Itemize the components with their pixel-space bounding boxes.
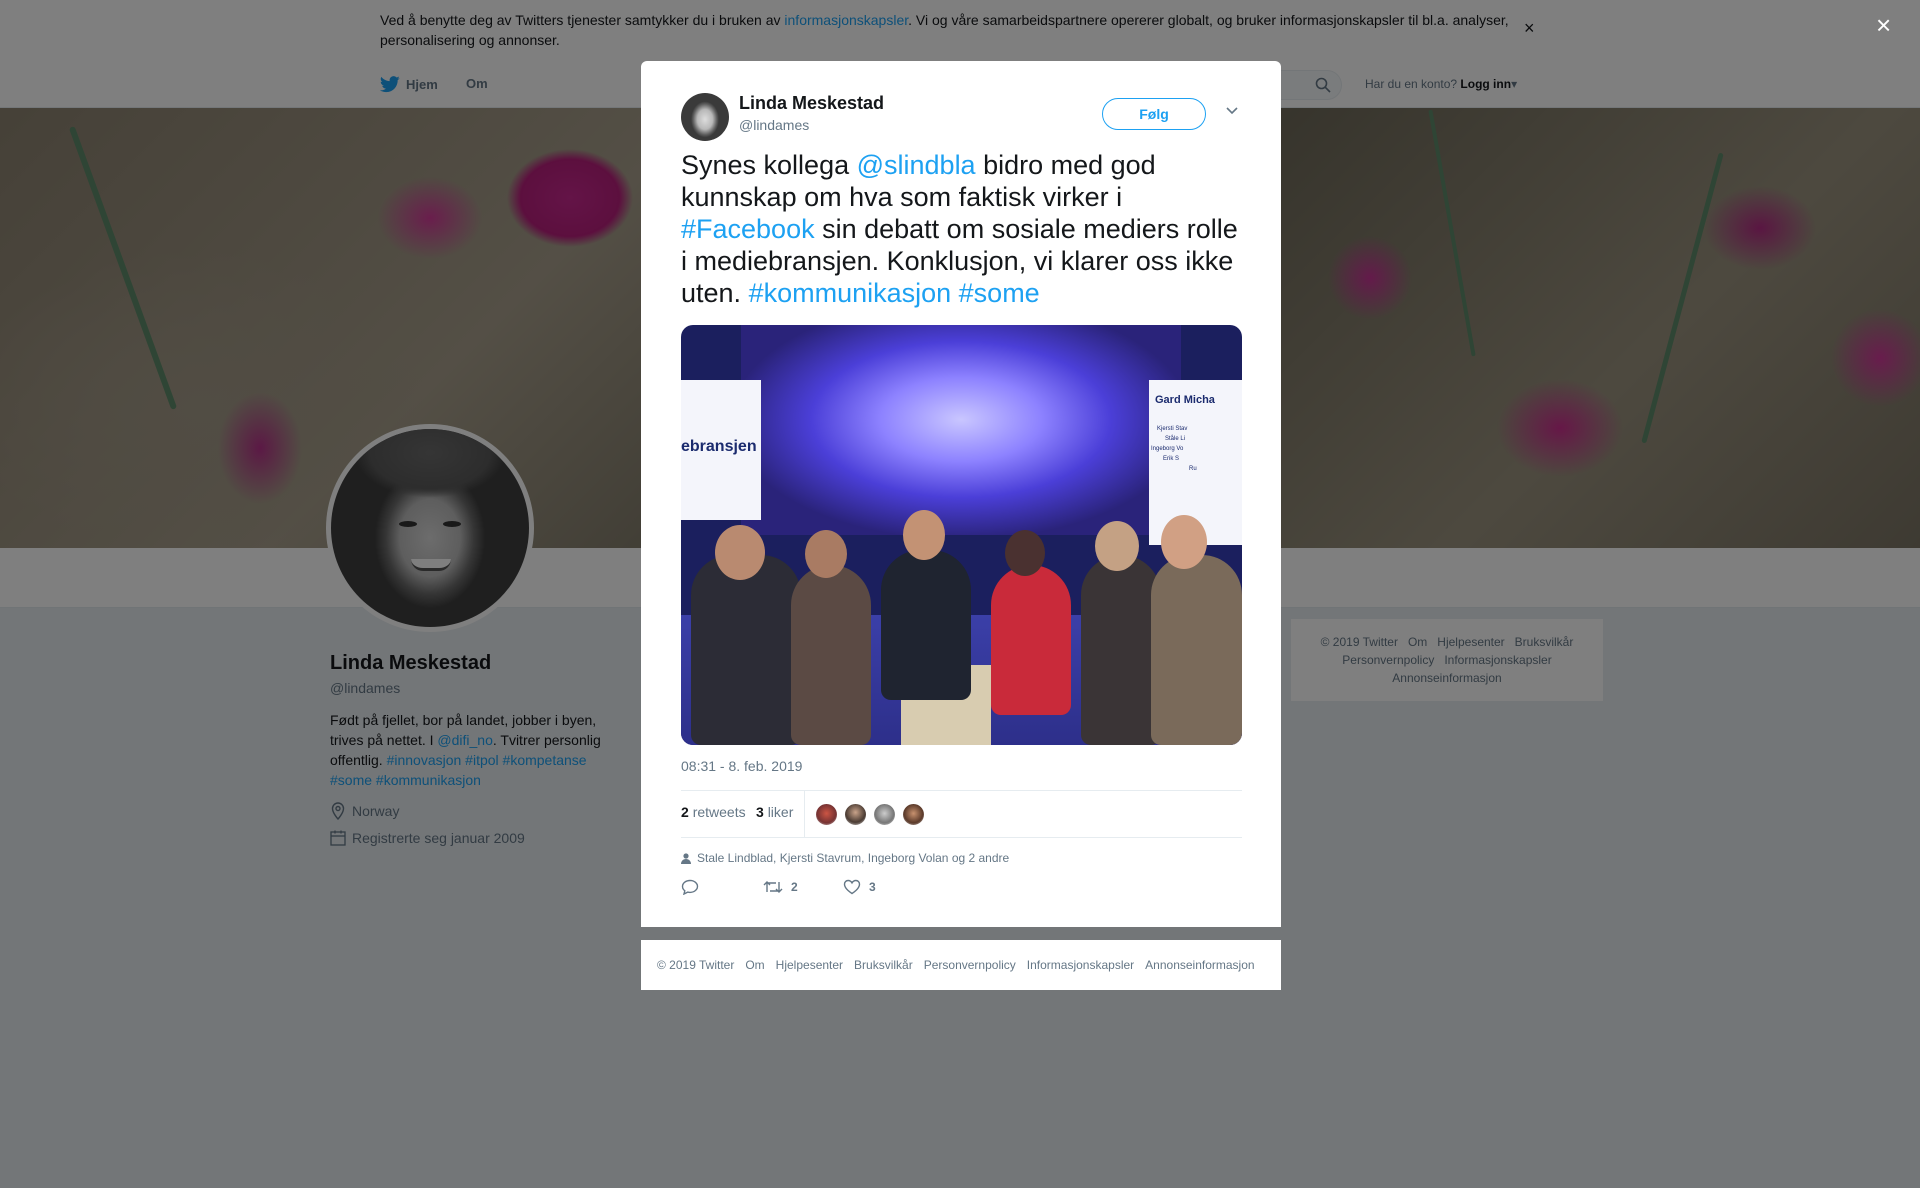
close-modal-icon[interactable]: × xyxy=(1876,12,1891,38)
person-icon xyxy=(681,852,691,864)
retweets-count: 2 xyxy=(681,804,689,820)
footer-link-ads-info[interactable]: Annonseinformasjon xyxy=(1145,958,1254,972)
tweet-text: Synes kollega @slindbla bidro med god ku… xyxy=(681,149,1241,309)
likes-stat[interactable]: 3 liker xyxy=(756,804,793,820)
likers-summary[interactable]: Stale Lindblad, Kjersti Stavrum, Ingebor… xyxy=(681,851,1009,865)
reply-button[interactable] xyxy=(681,879,699,895)
likers-avatars xyxy=(815,803,925,826)
likes-count: 3 xyxy=(756,804,764,820)
tweet-hashtag-links[interactable]: #kommunikasjon #some xyxy=(749,278,1040,308)
likers-summary-text: Stale Lindblad, Kjersti Stavrum, Ingebor… xyxy=(697,851,1010,865)
photo-right-screen-line: Erik S xyxy=(1163,456,1180,462)
photo-right-screen-line: Ru xyxy=(1189,466,1197,472)
chevron-down-icon[interactable] xyxy=(1225,105,1239,115)
likes-label: liker xyxy=(767,804,794,820)
retweet-icon xyxy=(763,881,783,893)
heart-icon xyxy=(843,879,861,895)
photo-right-screen-line: Kjersti Stav xyxy=(1157,426,1188,432)
like-count: 3 xyxy=(869,880,876,894)
photo-left-screen-text: ebransjen xyxy=(681,438,757,455)
photo-right-screen-line: Ingeborg Vo xyxy=(1151,446,1184,452)
tweet-timestamp[interactable]: 08:31 - 8. feb. 2019 xyxy=(681,758,802,774)
tweet-text-part: Synes kollega xyxy=(681,150,857,180)
tweet-mention-link[interactable]: @slindbla xyxy=(857,150,976,180)
tweet-photo[interactable]: ebransjen Gard Micha Kjersti Stav Ståle … xyxy=(681,325,1242,745)
footer-link-privacy[interactable]: Personvernpolicy xyxy=(924,958,1016,972)
liker-avatar[interactable] xyxy=(844,803,867,826)
photo-right-screen-title: Gard Micha xyxy=(1155,394,1215,406)
photo-right-screen-line: Ståle Li xyxy=(1165,436,1186,442)
tweet-author-avatar[interactable] xyxy=(681,93,729,141)
footer-link-help[interactable]: Hjelpesenter xyxy=(776,958,843,972)
footer-link-about[interactable]: Om xyxy=(745,958,764,972)
reply-icon xyxy=(681,879,699,895)
tweet-hashtag-link[interactable]: #Facebook xyxy=(681,214,815,244)
modal-footer: © 2019 Twitter Om Hjelpesenter Bruksvilk… xyxy=(641,940,1281,990)
tweet-author-name[interactable]: Linda Meskestad xyxy=(739,93,884,114)
photo-left-screen: ebransjen xyxy=(681,380,761,520)
retweet-count: 2 xyxy=(791,880,798,894)
retweets-stat[interactable]: 2 retweets xyxy=(681,804,746,820)
footer-link-cookies[interactable]: Informasjonskapsler xyxy=(1027,958,1134,972)
like-button[interactable]: 3 xyxy=(843,879,876,895)
tweet-stats: 2 retweets 3 liker xyxy=(681,790,1242,838)
tweet-author-handle[interactable]: @lindames xyxy=(739,117,809,133)
retweets-label: retweets xyxy=(692,804,746,820)
follow-button[interactable]: Følg xyxy=(1102,98,1206,130)
tweet-actions: 2 3 xyxy=(681,879,981,903)
footer-copyright: © 2019 Twitter xyxy=(657,958,735,972)
liker-avatar[interactable] xyxy=(902,803,925,826)
retweet-button[interactable]: 2 xyxy=(763,879,798,895)
liker-avatar[interactable] xyxy=(815,803,838,826)
footer-link-terms[interactable]: Bruksvilkår xyxy=(854,958,913,972)
stats-divider xyxy=(804,791,805,837)
tweet-modal: Linda Meskestad @lindames Følg Synes kol… xyxy=(641,61,1281,927)
liker-avatar[interactable] xyxy=(873,803,896,826)
